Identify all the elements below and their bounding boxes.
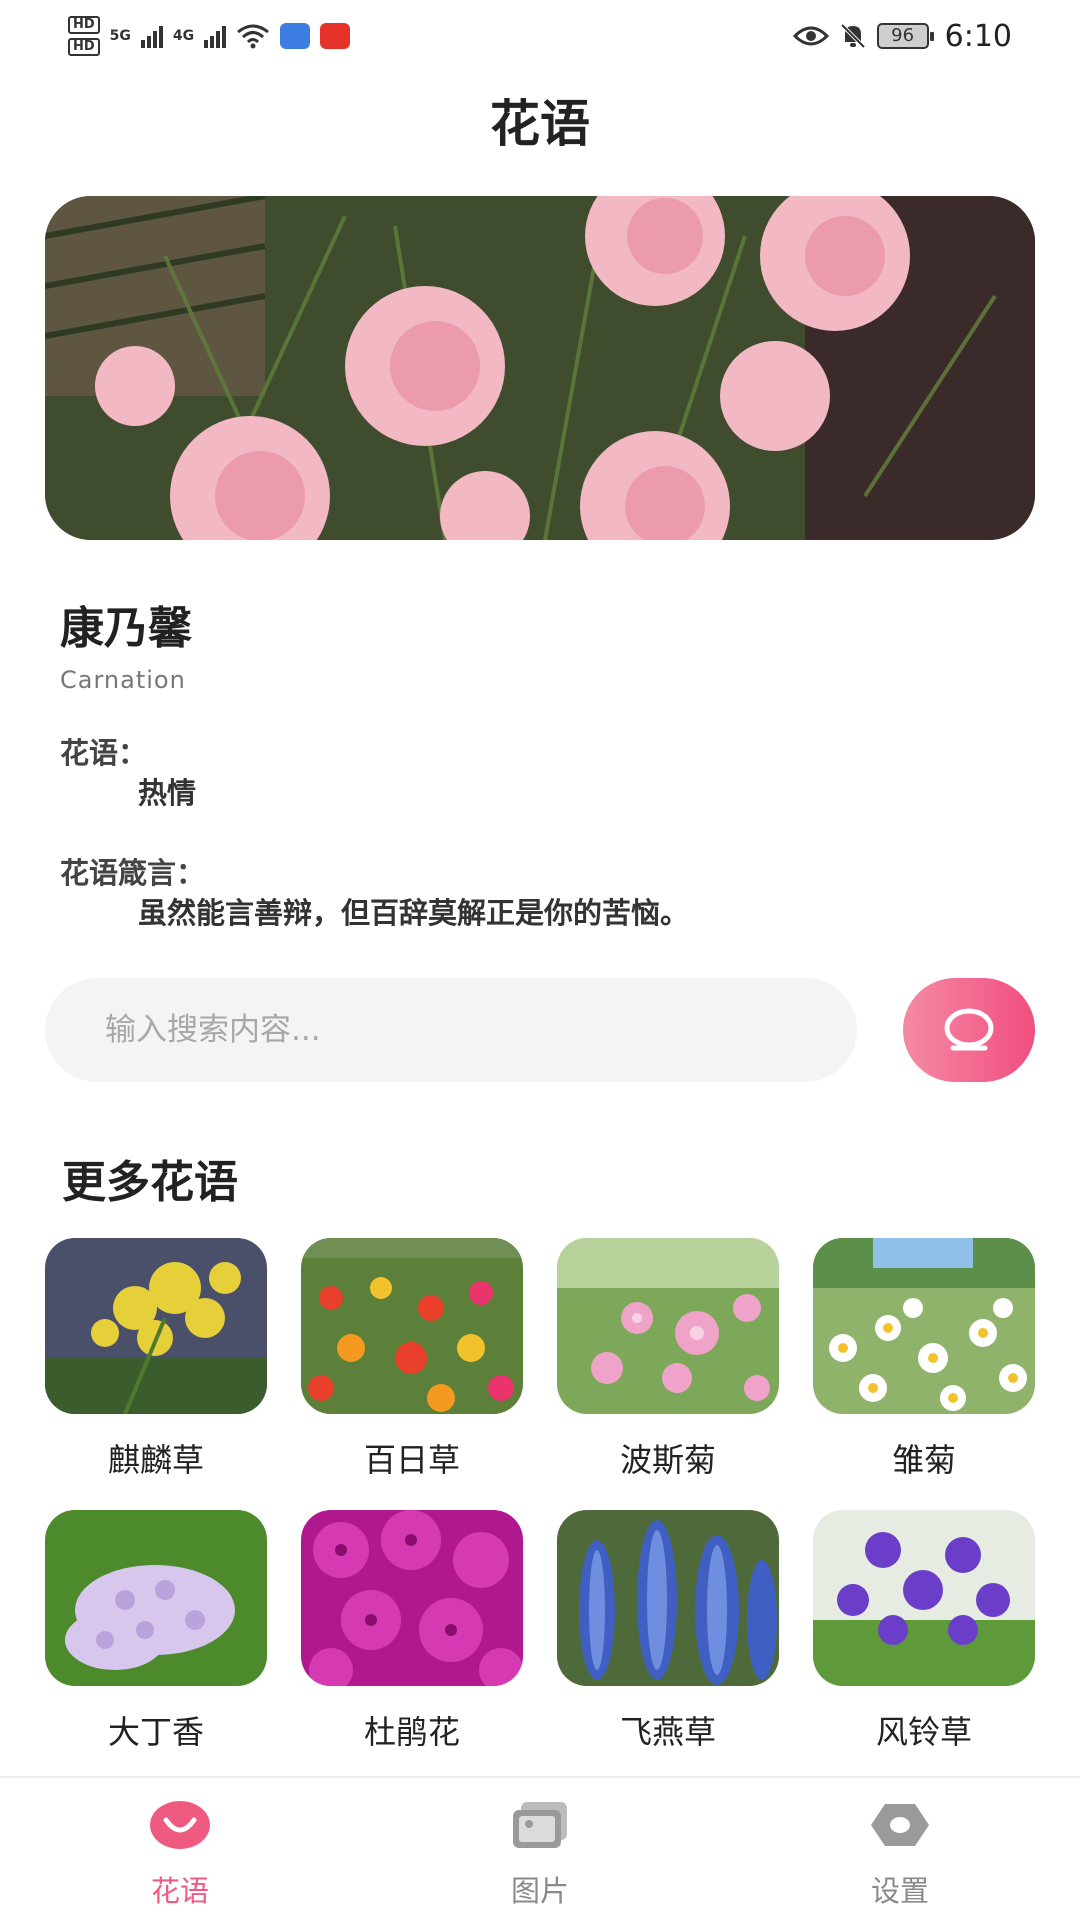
- network-4g-label: 4G: [172, 28, 195, 44]
- flower-card-label: 波斯菊: [619, 1441, 716, 1479]
- flower-card[interactable]: 雏菊: [813, 1238, 1035, 1484]
- flower-thumbnail[interactable]: [45, 1238, 267, 1414]
- status-left: HD HD 5G 4G: [68, 16, 351, 56]
- battery-icon: 96: [876, 23, 934, 49]
- sim1-hd-badge: HD: [68, 16, 100, 34]
- page-title: 花语: [490, 95, 590, 153]
- flower-thumbnail[interactable]: [557, 1238, 779, 1414]
- flower-card-label: 麒麟草: [107, 1441, 204, 1479]
- flower-card[interactable]: 飞燕草: [557, 1510, 779, 1756]
- flower-card[interactable]: 麒麟草: [45, 1238, 267, 1484]
- flower-card-label: 风铃草: [875, 1713, 972, 1751]
- flower-card-label: 杜鹃花: [363, 1713, 460, 1751]
- flower-thumbnail[interactable]: [557, 1510, 779, 1686]
- flower-english-name: Carnation: [60, 666, 186, 694]
- tab-label: 花语: [150, 1874, 209, 1908]
- wifi-icon: [237, 24, 270, 49]
- flower-card-label: 大丁香: [107, 1713, 204, 1751]
- search-button[interactable]: [903, 978, 1035, 1082]
- clock: 6:10: [944, 18, 1012, 54]
- flower-thumbnail[interactable]: [45, 1510, 267, 1686]
- search-box[interactable]: [45, 978, 857, 1082]
- eye-icon: [792, 26, 829, 46]
- flower-card[interactable]: 大丁香: [45, 1510, 267, 1756]
- app-notification-icon-blue: [280, 23, 311, 49]
- sim-indicators: HD HD: [68, 16, 100, 56]
- battery-level: 96: [891, 25, 915, 46]
- search-input[interactable]: [105, 1012, 857, 1048]
- motto-value: 虽然能言善辩，但百辞莫解正是你的苦恼。: [138, 896, 690, 930]
- flower-card-label: 飞燕草: [619, 1713, 716, 1751]
- meaning-value: 热情: [138, 776, 197, 810]
- flower-thumbnail[interactable]: [813, 1238, 1035, 1414]
- status-right: 96 6:10: [792, 18, 1012, 54]
- network-5g-label: 5G: [109, 28, 131, 44]
- motto-label: 花语箴言：: [60, 856, 206, 890]
- tab-label: 图片: [510, 1874, 569, 1908]
- flower-name: 康乃馨: [60, 603, 192, 654]
- flower-card[interactable]: 风铃草: [813, 1510, 1035, 1756]
- meaning-label: 花语：: [60, 736, 148, 770]
- tab-label: 设置: [870, 1874, 929, 1908]
- more-section-title: 更多花语: [62, 1157, 238, 1208]
- signal-icon-2: [204, 24, 227, 48]
- sim2-hd-badge: HD: [68, 38, 100, 56]
- carnation-photo: [45, 196, 1035, 540]
- status-bar: HD HD 5G 4G 96 6:10: [0, 0, 1080, 72]
- mute-bell-icon: [840, 23, 866, 49]
- signal-icon: [140, 24, 163, 48]
- hero-image[interactable]: [45, 196, 1035, 540]
- settings-icon: [871, 1804, 929, 1846]
- tab-pictures[interactable]: 图片: [360, 1778, 720, 1920]
- bottom-tab-bar: 花语 图片 设置: [0, 1776, 1080, 1920]
- app-notification-icon-red: [320, 23, 351, 49]
- flower-thumbnail[interactable]: [301, 1238, 523, 1414]
- flower-card[interactable]: 杜鹃花: [301, 1510, 523, 1756]
- flower-thumbnail[interactable]: [813, 1510, 1035, 1686]
- flower-card[interactable]: 波斯菊: [557, 1238, 779, 1484]
- flower-thumbnail[interactable]: [301, 1510, 523, 1686]
- search-icon: [944, 1008, 994, 1051]
- photos-icon: [513, 1802, 567, 1848]
- flower-card-label: 雏菊: [891, 1441, 956, 1479]
- tab-flower-language[interactable]: 花语: [0, 1778, 360, 1920]
- flower-card-label: 百日草: [363, 1441, 460, 1479]
- flower-grid: 麒麟草 百日草 波斯菊 雏菊 大丁香 杜鹃花 飞燕草 风铃草: [45, 1238, 1035, 1756]
- smile-icon: [150, 1801, 210, 1849]
- flower-card[interactable]: 百日草: [301, 1238, 523, 1484]
- tab-settings[interactable]: 设置: [720, 1778, 1080, 1920]
